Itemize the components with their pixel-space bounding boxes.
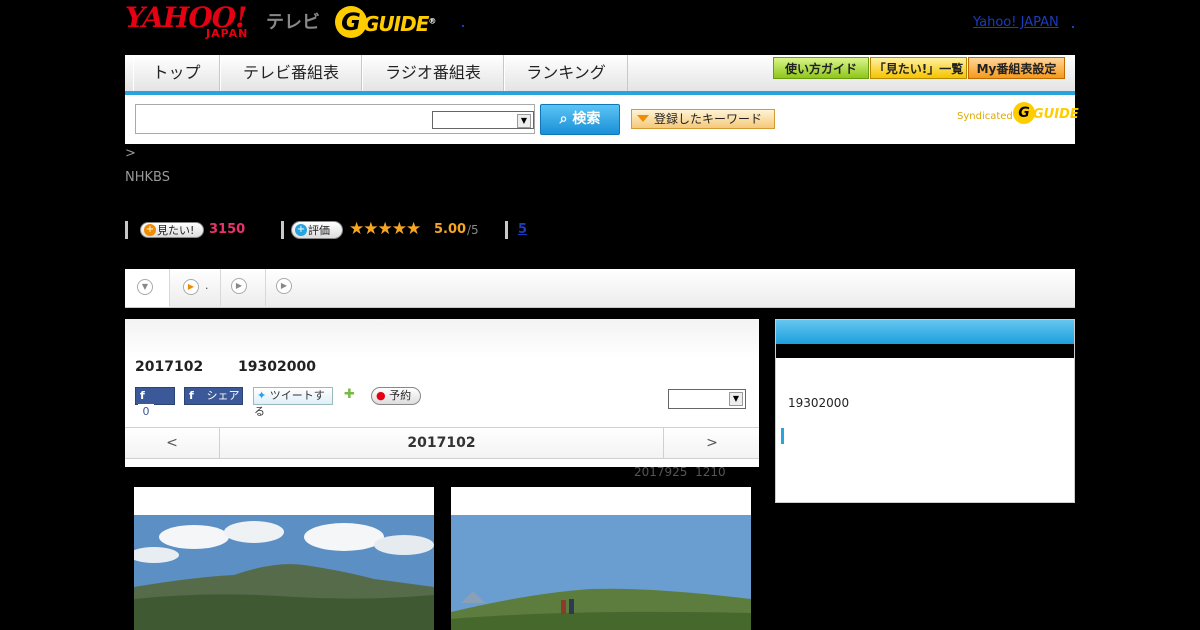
chevron-down-circle-icon: ▼ [137,279,153,295]
facebook-like-button[interactable]: f 0 [135,387,175,420]
nav-tab-top[interactable]: トップ [133,55,220,91]
want-button[interactable]: + 見たい! [140,222,204,238]
want-button-label: 見たい! [157,224,195,237]
stats-divider [125,221,128,239]
tv-label[interactable]: テレビ [266,8,320,34]
usage-guide-button[interactable]: 使い方ガイド [773,57,869,79]
registered-keywords-button[interactable]: 登録したキーワード [631,109,775,129]
registered-keywords-label: 登録したキーワード [654,112,763,126]
sidebar-header-strip [776,344,1074,358]
program-date: 2017102 [135,359,204,375]
gguide-small-logo-icon: G [1013,102,1035,124]
program-options-select[interactable]: ▼ [668,389,746,409]
registered-mark: ® [428,16,436,26]
review-count-link[interactable]: 5 [518,222,527,237]
header-link-divider [1072,26,1074,28]
chevron-down-icon: ▼ [517,114,531,128]
gguide-logo-text: GUIDE® [363,12,436,36]
program-photo-2[interactable] [451,487,751,630]
facebook-share-button[interactable]: f シェア [184,387,243,405]
nav-tab-ranking[interactable]: ランキング [504,55,628,91]
facebook-icon: f [189,389,194,402]
reserve-button[interactable]: ● 予約 [371,387,421,405]
stats-divider [281,221,284,239]
twitter-bird-icon: ✦ [257,389,267,402]
facebook-share-label: シェア [206,389,240,402]
gguide-small-logo-text: GUIDE [1033,107,1079,122]
search-icon: ⌕ [559,111,568,127]
want-count: 3150 [209,222,246,237]
search-category-select[interactable]: ▼ [432,111,534,129]
tab-second-label: . [205,279,209,292]
updated-note: 2017925 1210 [634,465,726,479]
stats-divider [505,221,508,239]
plus-icon: + [144,224,156,236]
rating-max: /5 [467,223,479,237]
sidebar-accent-bar [781,428,784,444]
program-panel: 2017102 19302000 f 0 f シェア ✦ ツイートする ✚ ● … [125,319,759,467]
channel-name: NHKBS [125,170,170,185]
header-divider [462,25,464,27]
play-circle-icon: ▶ [231,278,247,294]
rating-stars: ★★★★★ [349,219,421,239]
tweet-button[interactable]: ✦ ツイートする [253,387,333,418]
syndicated-label: Syndicated [957,111,1013,122]
current-day-label: 2017102 [407,435,476,451]
tab-third[interactable]: ▶ [221,269,265,307]
hikers-landscape-image [451,487,751,630]
program-tabs: ▼ ▶ . ▶ ▶ [125,269,1075,308]
facebook-icon: f [140,389,145,402]
search-button-label: 検索 [572,111,601,127]
triangle-down-icon [637,115,649,122]
want-list-button[interactable]: 「見たい!」一覧 [870,57,967,79]
sidebar-panel: 19302000 [775,319,1075,503]
program-time: 19302000 [238,359,316,375]
record-dot-icon: ● [376,389,386,402]
next-day-button[interactable]: > [663,428,760,458]
yahoo-japan-link[interactable]: Yahoo! JAPAN [973,15,1059,30]
mountain-landscape-image [134,487,434,630]
play-circle-icon: ▶ [183,279,199,295]
sidebar-header [776,320,1074,344]
reserve-button-label: 予約 [389,389,412,402]
tab-second[interactable]: ▶ . [170,269,220,307]
tab-fourth[interactable]: ▶ [266,269,310,307]
tab-info[interactable]: ▼ [125,269,169,307]
main-nav: トップ テレビ番組表 ラジオ番組表 ランキング 使い方ガイド 「見たい!」一覧 … [125,55,1075,95]
rating-value: 5.00 [434,222,467,237]
play-circle-icon: ▶ [276,278,292,294]
my-schedule-settings-button[interactable]: My番組表設定 [968,57,1065,79]
program-photo-1[interactable] [134,487,434,630]
breadcrumb[interactable]: > [125,146,136,161]
facebook-like-count: 0 [138,404,154,420]
nav-tab-radio-schedule[interactable]: ラジオ番組表 [362,55,504,91]
plus-icon: + [295,224,307,236]
search-button[interactable]: ⌕ 検索 [540,104,620,135]
prev-day-button[interactable]: < [125,428,220,458]
yahoo-japan-logo-text: JAPAN [206,27,249,40]
search-bar: ▼ ⌕ 検索 登録したキーワード Syndicated G GUIDE [125,95,1079,144]
add-to-calendar-icon[interactable]: ✚ [344,387,360,405]
rate-button-label: 評価 [308,224,330,237]
chevron-down-icon: ▼ [729,392,743,406]
nav-tab-tv-schedule[interactable]: テレビ番組表 [220,55,362,91]
day-navigation: < 2017102 > [125,427,759,459]
sidebar-time: 19302000 [788,396,850,410]
rate-button[interactable]: + 評価 [291,221,343,239]
